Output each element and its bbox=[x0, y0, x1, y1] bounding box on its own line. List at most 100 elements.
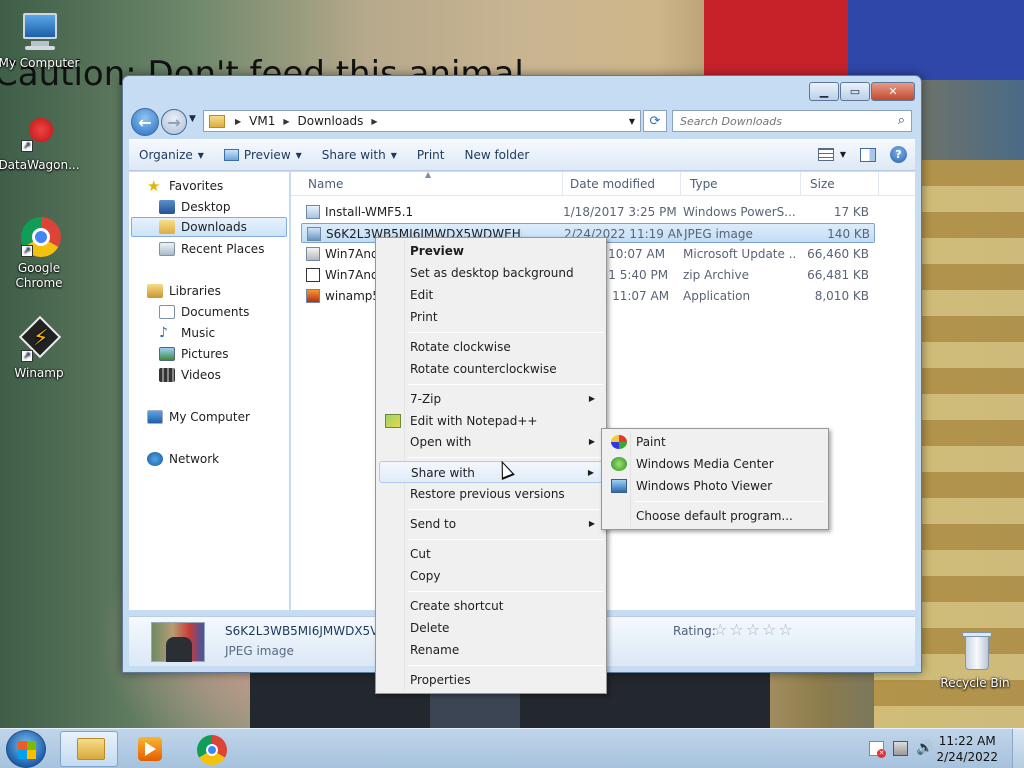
print-button[interactable]: Print bbox=[407, 148, 455, 162]
nav-documents[interactable]: Documents bbox=[159, 302, 249, 322]
menu-item-choose-default-program[interactable]: Choose default program... bbox=[605, 505, 825, 527]
share-with-button[interactable]: Share with ▼ bbox=[312, 148, 407, 162]
desktop-icon-datawagon[interactable]: ↗ DataWagon... bbox=[0, 112, 81, 173]
network-tray-icon[interactable] bbox=[893, 741, 908, 756]
clock-time: 11:22 AM bbox=[938, 734, 996, 748]
table-row[interactable]: Install-WMF5.1 1/18/2017 3:25 PM Windows… bbox=[301, 202, 875, 222]
close-button[interactable]: ✕ bbox=[871, 82, 915, 101]
organize-button[interactable]: Organize ▼ bbox=[129, 148, 214, 162]
nav-downloads[interactable]: Downloads bbox=[131, 217, 287, 237]
menu-label: Set as desktop background bbox=[410, 266, 574, 280]
breadcrumb-downloads[interactable]: Downloads bbox=[294, 114, 368, 128]
notepad-plus-plus-icon bbox=[385, 414, 401, 428]
search-box[interactable]: ⌕ bbox=[672, 110, 912, 132]
photo-viewer-icon bbox=[611, 479, 627, 493]
menu-label: Windows Media Center bbox=[636, 457, 774, 471]
jpeg-file-icon bbox=[307, 227, 321, 241]
desktop-icon-my-computer[interactable]: My Computer bbox=[0, 10, 81, 71]
show-desktop-button[interactable] bbox=[1012, 729, 1024, 768]
start-button[interactable] bbox=[6, 730, 46, 768]
menu-item-windows-photo-viewer[interactable]: Windows Photo Viewer bbox=[605, 475, 825, 497]
nav-my-computer[interactable]: My Computer bbox=[147, 407, 250, 427]
menu-item-share-with[interactable]: Share with ▶ bbox=[379, 461, 603, 483]
menu-item-rotate-counterclockwise[interactable]: Rotate counterclockwise bbox=[379, 358, 603, 380]
nav-label: Music bbox=[181, 326, 216, 340]
context-menu: Preview Set as desktop background Edit P… bbox=[375, 237, 607, 694]
menu-item-rotate-clockwise[interactable]: Rotate clockwise bbox=[379, 336, 603, 358]
taskbar-explorer-button[interactable] bbox=[60, 731, 118, 767]
volume-icon[interactable]: 🔊 bbox=[916, 741, 933, 756]
column-name[interactable]: Name bbox=[299, 172, 563, 196]
menu-item-print[interactable]: Print bbox=[379, 306, 603, 328]
menu-item-restore-previous-versions[interactable]: Restore previous versions bbox=[379, 483, 603, 505]
column-size[interactable]: Size bbox=[801, 172, 879, 196]
desktop-icon-google-chrome[interactable]: ↗ Google Chrome bbox=[0, 215, 81, 291]
recent-pages-dropdown[interactable]: ▼ bbox=[189, 114, 196, 124]
nav-label: Documents bbox=[181, 305, 250, 319]
open-with-submenu: Paint Windows Media Center Windows Photo… bbox=[601, 428, 829, 530]
breadcrumb-vm1[interactable]: VM1 bbox=[245, 114, 279, 128]
nav-music[interactable]: ♪ Music bbox=[159, 323, 215, 343]
menu-item-copy[interactable]: Copy bbox=[379, 565, 603, 587]
menu-label: Rename bbox=[410, 643, 460, 657]
menu-item-windows-media-center[interactable]: Windows Media Center bbox=[605, 453, 825, 475]
taskbar-media-player-button[interactable] bbox=[122, 731, 180, 767]
menu-item-paint[interactable]: Paint bbox=[605, 431, 825, 453]
menu-label: Rotate clockwise bbox=[410, 340, 511, 354]
help-icon[interactable]: ? bbox=[890, 146, 907, 163]
menu-item-set-desktop-background[interactable]: Set as desktop background bbox=[379, 262, 603, 284]
menu-item-edit[interactable]: Edit bbox=[379, 284, 603, 306]
desktop-icon-winamp[interactable]: ⚡ ↗ Winamp bbox=[0, 315, 81, 381]
nav-label: Desktop bbox=[181, 200, 231, 214]
menu-label: Copy bbox=[410, 569, 441, 583]
nav-recent-places[interactable]: Recent Places bbox=[159, 239, 264, 259]
action-center-flag-icon[interactable]: ✕ bbox=[869, 741, 886, 758]
desktop-icon-recycle-bin[interactable]: Recycle Bin bbox=[933, 630, 1017, 691]
libraries-icon bbox=[147, 284, 163, 298]
nav-label: Favorites bbox=[169, 179, 224, 193]
nav-network[interactable]: Network bbox=[147, 449, 219, 469]
menu-item-edit-with-notepad[interactable]: Edit with Notepad++ bbox=[379, 410, 603, 432]
change-view-button[interactable]: ▼ bbox=[817, 148, 846, 161]
address-dropdown-icon[interactable]: ▼ bbox=[629, 117, 635, 126]
menu-item-preview[interactable]: Preview bbox=[379, 240, 603, 262]
minimize-button[interactable]: ▁ bbox=[809, 82, 839, 101]
back-arrow-icon: ← bbox=[138, 112, 152, 132]
windows-logo-icon bbox=[18, 741, 36, 759]
address-bar[interactable]: ▶ VM1 ▶ Downloads ▶ ▼ bbox=[203, 110, 641, 132]
forward-button[interactable]: → bbox=[161, 109, 187, 135]
menu-item-7zip[interactable]: 7-Zip ▶ bbox=[379, 388, 603, 410]
column-type[interactable]: Type bbox=[681, 172, 801, 196]
new-folder-button[interactable]: New folder bbox=[454, 148, 539, 162]
menu-item-properties[interactable]: Properties bbox=[379, 669, 603, 691]
chevron-right-icon: ▶ bbox=[235, 116, 242, 126]
menu-label: Cut bbox=[410, 547, 431, 561]
paint-icon bbox=[611, 435, 627, 449]
back-button[interactable]: ← bbox=[131, 108, 159, 136]
chevron-down-icon: ▼ bbox=[197, 150, 204, 160]
maximize-button[interactable]: ▭ bbox=[840, 82, 870, 101]
nav-videos[interactable]: Videos bbox=[159, 365, 221, 385]
menu-item-open-with[interactable]: Open with ▶ bbox=[379, 431, 603, 453]
preview-button[interactable]: Preview ▼ bbox=[214, 148, 312, 162]
search-input[interactable] bbox=[673, 111, 883, 131]
menu-label: Rotate counterclockwise bbox=[410, 362, 557, 376]
menu-item-cut[interactable]: Cut bbox=[379, 543, 603, 565]
menu-item-delete[interactable]: Delete bbox=[379, 617, 603, 639]
menu-item-send-to[interactable]: Send to ▶ bbox=[379, 513, 603, 535]
taskbar-chrome-button[interactable] bbox=[184, 731, 242, 767]
menu-label: Create shortcut bbox=[410, 599, 504, 613]
nav-libraries[interactable]: Libraries bbox=[147, 281, 221, 301]
refresh-button[interactable]: ⟳ bbox=[643, 110, 667, 132]
nav-label: Recent Places bbox=[181, 242, 265, 256]
rating-stars[interactable]: ☆☆☆☆☆ bbox=[713, 620, 795, 639]
menu-item-create-shortcut[interactable]: Create shortcut bbox=[379, 595, 603, 617]
clock[interactable]: 11:22 AM 2/24/2022 bbox=[936, 733, 998, 765]
column-date-modified[interactable]: Date modified bbox=[561, 172, 681, 196]
preview-pane-icon[interactable] bbox=[860, 147, 876, 162]
nav-desktop[interactable]: Desktop bbox=[159, 197, 231, 217]
nav-favorites[interactable]: ★ Favorites bbox=[147, 176, 223, 196]
nav-pictures[interactable]: Pictures bbox=[159, 344, 229, 364]
menu-item-rename[interactable]: Rename bbox=[379, 639, 603, 661]
menu-separator bbox=[634, 501, 825, 502]
